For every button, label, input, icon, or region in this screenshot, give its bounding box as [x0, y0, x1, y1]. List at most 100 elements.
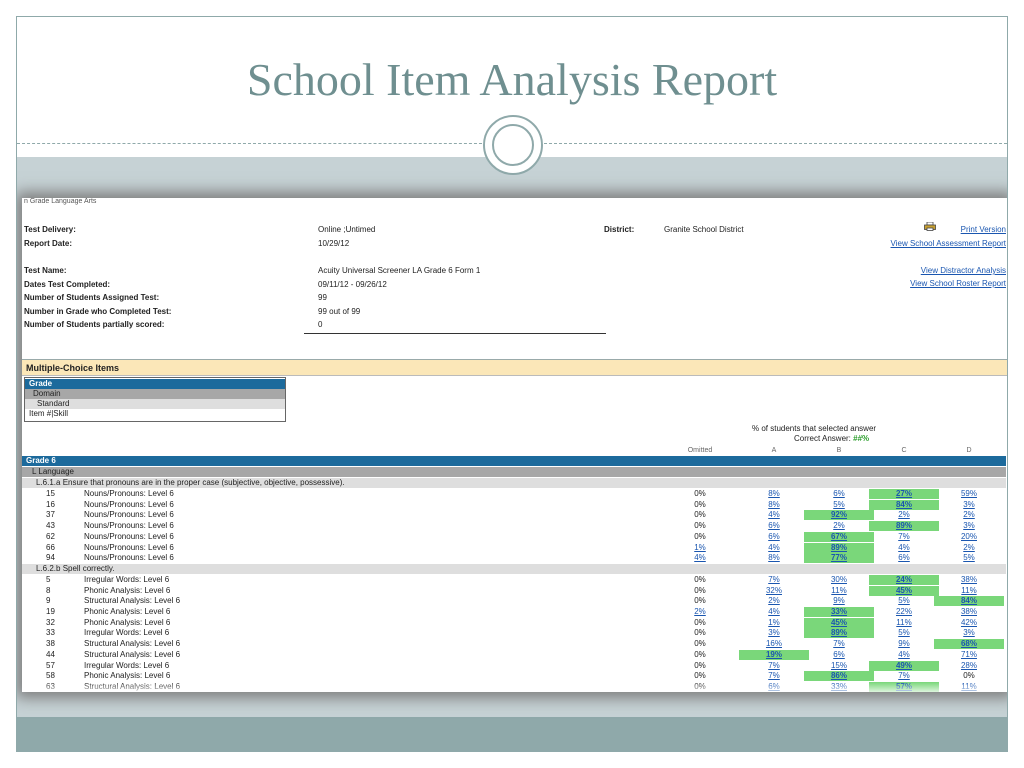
percent-link[interactable]: 32% — [766, 586, 782, 595]
percent-cell-a[interactable]: 8% — [739, 500, 809, 510]
percent-link[interactable]: 6% — [833, 489, 845, 498]
percent-link[interactable]: 5% — [833, 500, 845, 509]
percent-link[interactable]: 4% — [768, 510, 780, 519]
percent-cell-omitted[interactable]: 2% — [677, 607, 723, 617]
percent-link[interactable]: 7% — [833, 639, 845, 648]
percent-link[interactable]: 33% — [831, 607, 847, 616]
percent-cell-a[interactable]: 2% — [739, 596, 809, 606]
percent-link[interactable]: 16% — [766, 639, 782, 648]
percent-cell-a[interactable]: 4% — [739, 543, 809, 553]
percent-link[interactable]: 89% — [831, 543, 847, 552]
percent-link[interactable]: 84% — [961, 596, 977, 605]
percent-link[interactable]: 24% — [896, 575, 912, 584]
percent-link[interactable]: 6% — [833, 650, 845, 659]
percent-cell-c[interactable]: 9% — [869, 639, 939, 649]
percent-cell-c[interactable]: 7% — [869, 671, 939, 681]
percent-link[interactable]: 7% — [768, 661, 780, 670]
percent-cell-a[interactable]: 7% — [739, 671, 809, 681]
percent-cell-d[interactable]: 68% — [934, 639, 1004, 650]
percent-cell-c[interactable]: 11% — [869, 618, 939, 628]
percent-cell-c[interactable]: 27% — [869, 489, 939, 499]
percent-cell-b[interactable]: 67% — [804, 531, 874, 542]
percent-link[interactable]: 4% — [768, 607, 780, 616]
percent-link[interactable]: 1% — [768, 618, 780, 627]
percent-cell-c[interactable]: 2% — [869, 510, 939, 520]
percent-link[interactable]: 19% — [766, 650, 782, 659]
percent-cell-omitted[interactable]: 4% — [677, 553, 723, 563]
percent-link[interactable]: 5% — [898, 628, 910, 637]
percent-link[interactable]: 68% — [961, 639, 977, 648]
percent-link[interactable]: 45% — [896, 586, 912, 595]
percent-cell-a[interactable]: 16% — [739, 639, 809, 649]
percent-cell-b[interactable]: 9% — [804, 596, 874, 606]
percent-cell-c[interactable]: 4% — [869, 543, 939, 553]
percent-cell-b[interactable]: 89% — [804, 542, 874, 553]
percent-cell-c[interactable]: 5% — [869, 596, 939, 606]
percent-link[interactable]: 11% — [831, 586, 846, 595]
percent-cell-d[interactable]: 28% — [934, 661, 1004, 671]
percent-cell-d[interactable]: 84% — [934, 596, 1004, 607]
percent-cell-a[interactable]: 19% — [739, 649, 809, 660]
percent-cell-c[interactable]: 7% — [869, 532, 939, 542]
percent-link[interactable]: 8% — [768, 500, 780, 509]
percent-link[interactable]: 2% — [898, 510, 910, 519]
percent-link[interactable]: 6% — [898, 553, 910, 562]
percent-cell-a[interactable]: 6% — [739, 532, 809, 542]
percent-cell-d[interactable]: 20% — [934, 532, 1004, 542]
percent-link[interactable]: 5% — [963, 553, 975, 562]
percent-cell-d[interactable]: 2% — [934, 543, 1004, 553]
percent-cell-b[interactable]: 6% — [804, 489, 874, 499]
percent-link[interactable]: 7% — [898, 532, 910, 541]
percent-link[interactable]: 86% — [831, 671, 847, 680]
percent-link[interactable]: 9% — [898, 639, 910, 648]
printer-icon[interactable] — [924, 221, 936, 231]
percent-link[interactable]: 38% — [961, 575, 977, 584]
percent-link[interactable]: 4% — [898, 543, 910, 552]
percent-link[interactable]: 27% — [896, 489, 912, 498]
percent-link[interactable]: 11% — [961, 586, 976, 595]
percent-cell-b[interactable]: 89% — [804, 628, 874, 639]
percent-cell-b[interactable]: 7% — [804, 639, 874, 649]
percent-link[interactable]: 2% — [768, 596, 780, 605]
percent-link[interactable]: 22% — [896, 607, 912, 616]
percent-link[interactable]: 4% — [694, 553, 706, 562]
percent-link[interactable]: 77% — [831, 553, 847, 562]
percent-cell-b[interactable]: 45% — [804, 617, 874, 628]
percent-cell-d[interactable]: 71% — [934, 650, 1004, 660]
percent-link[interactable]: 49% — [896, 661, 912, 670]
percent-cell-d[interactable]: 5% — [934, 553, 1004, 563]
percent-cell-c[interactable]: 5% — [869, 628, 939, 638]
percent-link[interactable]: 7% — [768, 575, 780, 584]
percent-cell-c[interactable]: 45% — [869, 585, 939, 596]
percent-cell-a[interactable]: 8% — [739, 489, 809, 499]
percent-link[interactable]: 2% — [963, 543, 975, 552]
percent-cell-c[interactable]: 22% — [869, 607, 939, 617]
percent-cell-c[interactable]: 49% — [869, 660, 939, 671]
percent-cell-a[interactable]: 4% — [739, 607, 809, 617]
percent-cell-d[interactable]: 3% — [934, 628, 1004, 638]
percent-link[interactable]: 45% — [831, 618, 847, 627]
percent-cell-b[interactable]: 33% — [804, 607, 874, 617]
percent-link[interactable]: 3% — [963, 500, 975, 509]
view-assessment-report-link[interactable]: View School Assessment Report — [891, 239, 1006, 248]
percent-link[interactable]: 6% — [768, 521, 780, 530]
percent-cell-a[interactable]: 32% — [739, 586, 809, 596]
percent-link[interactable]: 28% — [961, 661, 977, 670]
percent-link[interactable]: 1% — [694, 543, 706, 552]
percent-link[interactable]: 38% — [961, 607, 977, 616]
print-version-link[interactable]: Print Version — [961, 225, 1006, 234]
percent-cell-d[interactable]: 38% — [934, 575, 1004, 585]
percent-link[interactable]: 4% — [898, 650, 910, 659]
percent-link[interactable]: 42% — [961, 618, 977, 627]
percent-cell-a[interactable]: 4% — [739, 510, 809, 520]
percent-link[interactable]: 89% — [896, 521, 912, 530]
percent-cell-b[interactable]: 6% — [804, 650, 874, 660]
percent-cell-b[interactable]: 15% — [804, 661, 874, 671]
percent-cell-b[interactable]: 2% — [804, 521, 874, 531]
view-distractor-analysis-link[interactable]: View Distractor Analysis — [921, 266, 1006, 275]
percent-link[interactable]: 89% — [831, 628, 847, 637]
view-roster-report-link[interactable]: View School Roster Report — [910, 279, 1006, 288]
percent-cell-a[interactable]: 6% — [739, 521, 809, 531]
percent-link[interactable]: 92% — [831, 510, 847, 519]
percent-link[interactable]: 67% — [831, 532, 847, 541]
